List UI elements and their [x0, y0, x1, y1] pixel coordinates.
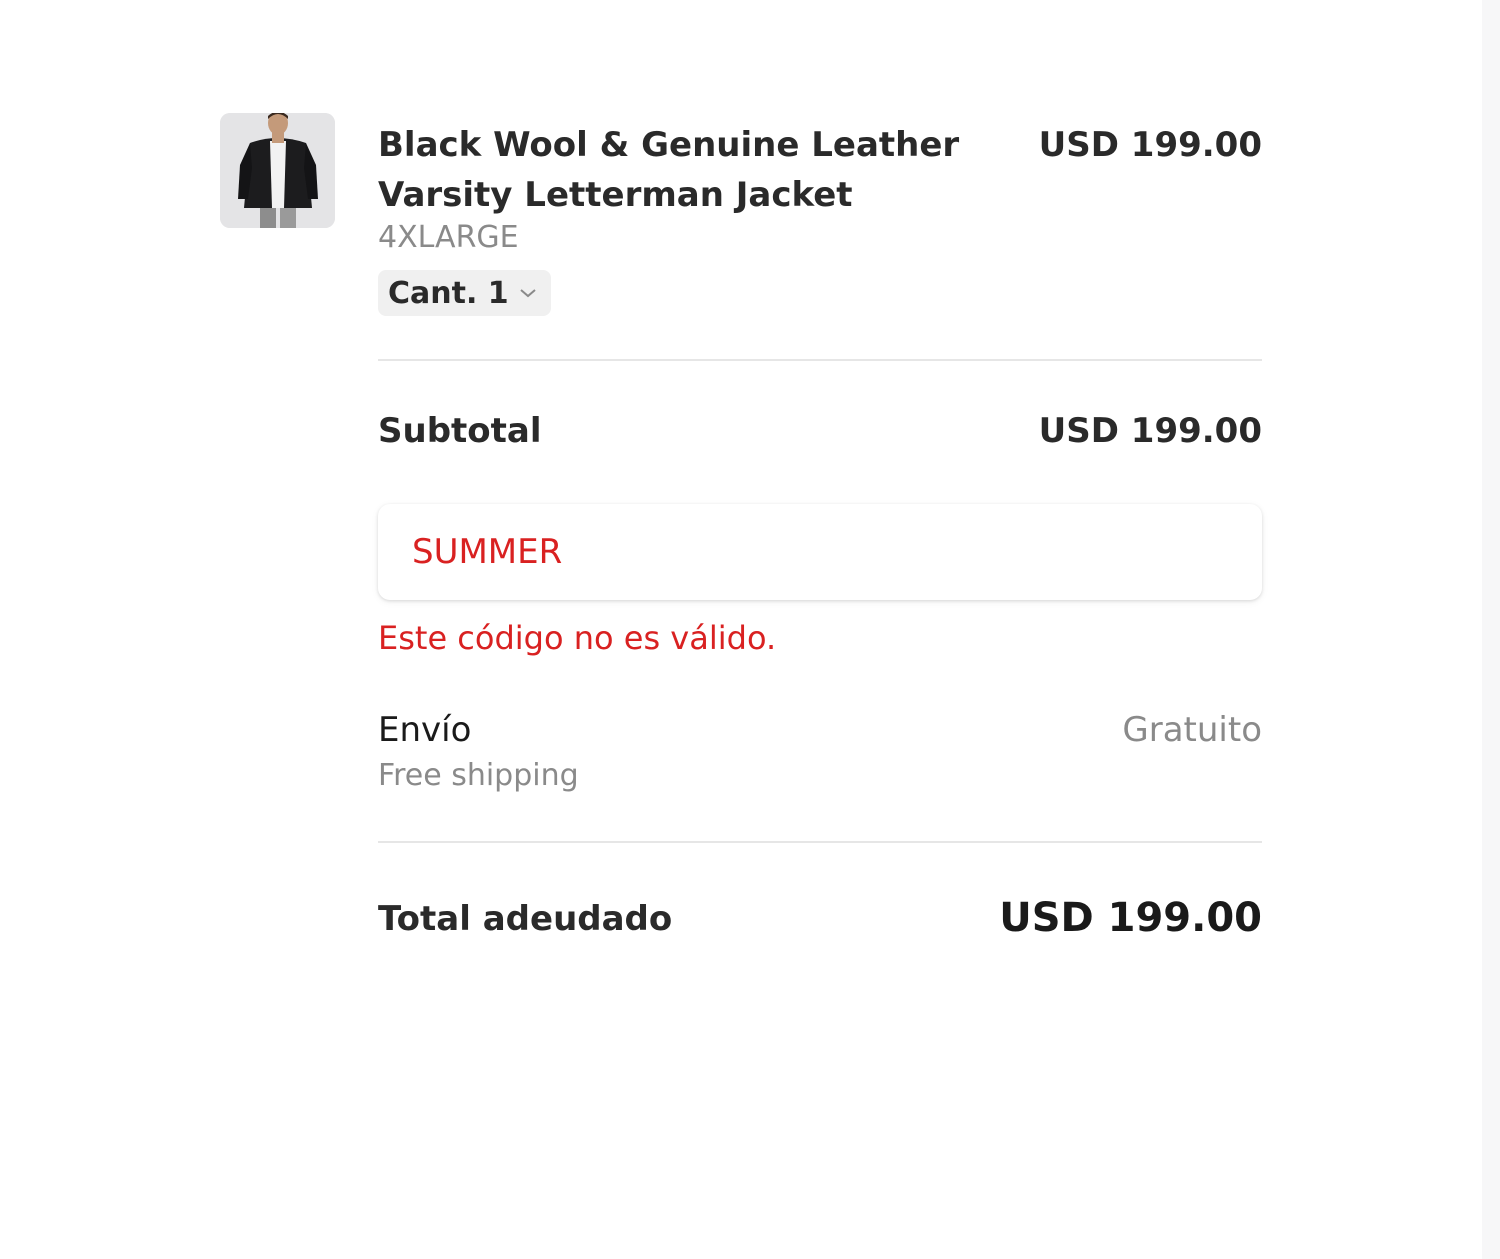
shipping-method: Free shipping	[378, 758, 579, 793]
order-summary: Black Wool & Genuine Leather Varsity Let…	[220, 0, 1262, 1259]
product-title[interactable]: Black Wool & Genuine Leather Varsity Let…	[378, 120, 978, 220]
total-label: Total adeudado	[378, 899, 673, 939]
discount-code-input[interactable]	[410, 531, 1230, 573]
page-edge-strip	[1482, 0, 1500, 1259]
product-thumbnail	[220, 113, 335, 228]
discount-code-field[interactable]	[378, 504, 1262, 600]
product-price: USD 199.00	[1038, 125, 1262, 165]
divider	[378, 841, 1262, 843]
quantity-dropdown[interactable]: Cant. 1	[378, 270, 551, 316]
product-variant: 4XLARGE	[378, 220, 519, 255]
shipping-value: Gratuito	[1122, 710, 1262, 750]
divider	[378, 359, 1262, 361]
chevron-down-icon	[519, 287, 537, 299]
subtotal-value: USD 199.00	[1038, 411, 1262, 451]
shipping-label: Envío	[378, 710, 472, 750]
quantity-label: Cant. 1	[388, 275, 509, 311]
discount-error-message: Este código no es válido.	[378, 619, 777, 657]
total-value: USD 199.00	[999, 895, 1262, 941]
subtotal-label: Subtotal	[378, 411, 542, 451]
jacket-photo-icon	[220, 113, 335, 228]
